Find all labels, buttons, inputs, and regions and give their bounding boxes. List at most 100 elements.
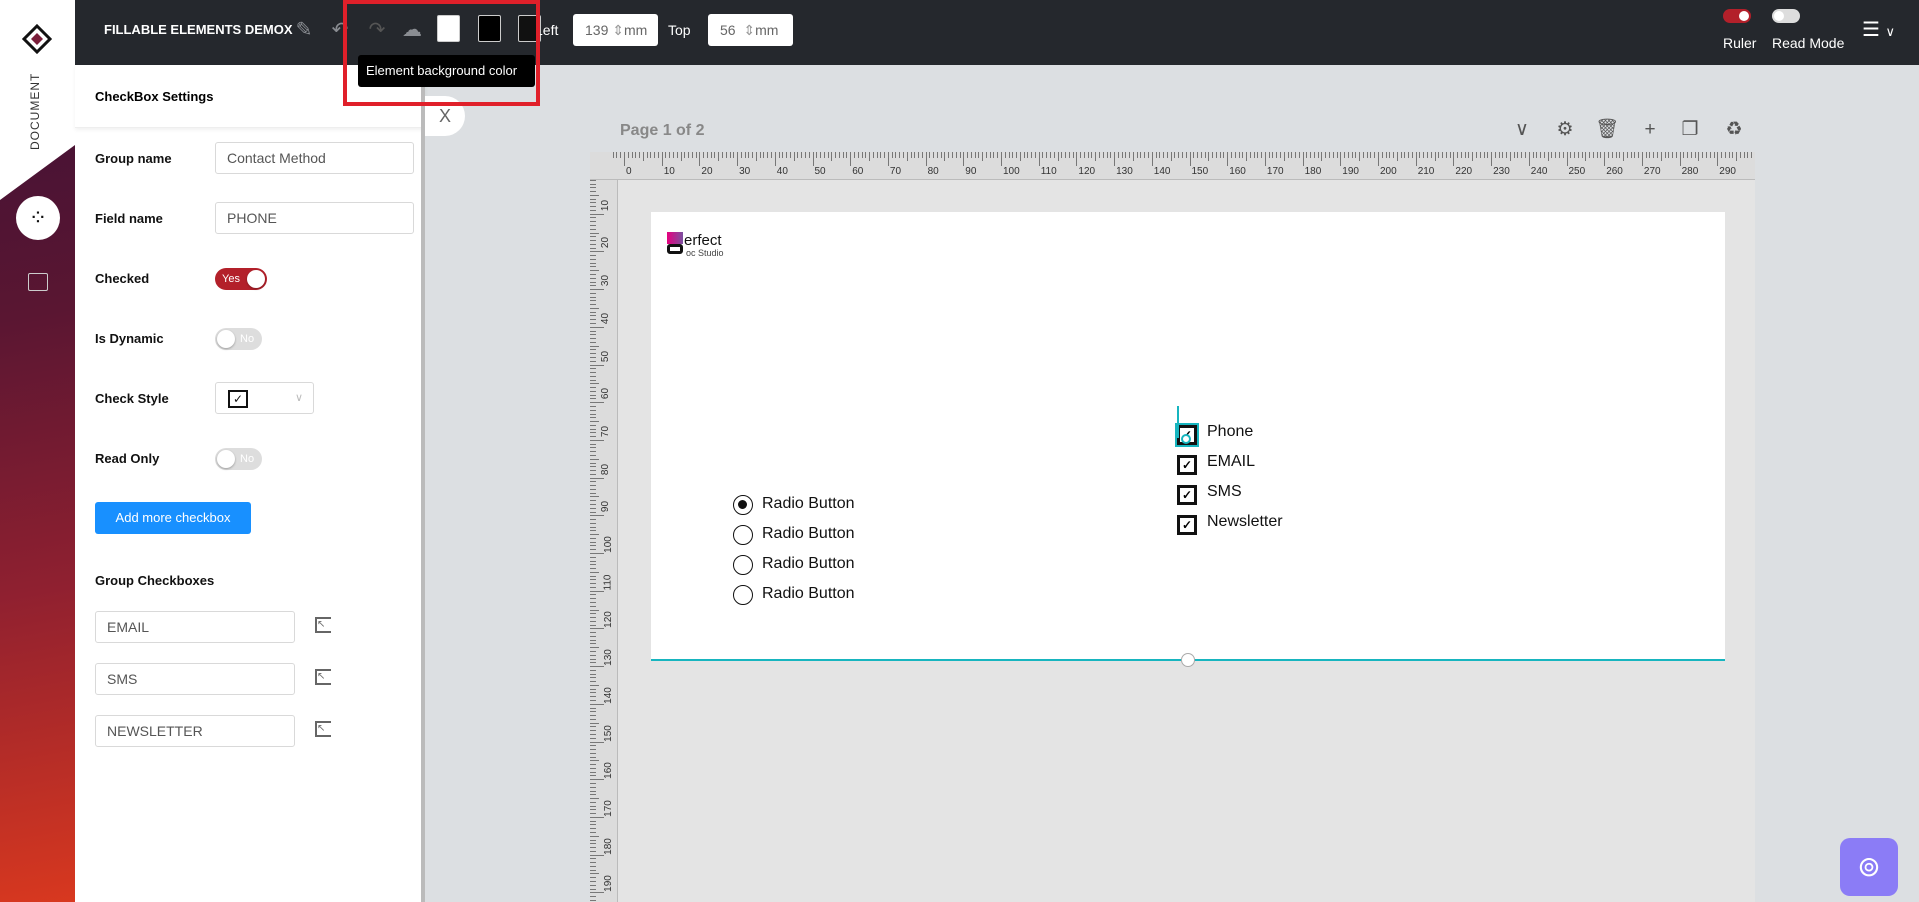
checked-switch-text: Yes (222, 273, 240, 285)
left-unit: mm (623, 22, 648, 38)
chevron-down-icon: ∨ (294, 392, 303, 404)
radio-button[interactable] (733, 555, 753, 575)
read-only-switch-text: No (240, 453, 255, 465)
group-checkbox-input[interactable]: NEWSLETTER (95, 715, 295, 747)
brand-logo-icon (667, 232, 683, 244)
ruler-tick-label: 100 (1003, 166, 1020, 177)
ruler-tick-label: 20 (701, 166, 713, 177)
ruler-tick-label: 150 (1191, 166, 1209, 177)
checkbox[interactable]: ✓ (1177, 485, 1197, 505)
checkbox-label: Phone (1207, 423, 1254, 440)
radio-button[interactable] (733, 495, 753, 515)
ruler-tick-label: 60 (852, 166, 864, 177)
ruler-tick-label: 40 (776, 166, 788, 177)
ruler-tick-label: 60 (600, 388, 612, 400)
ruler-tick-label: 130 (1116, 166, 1133, 177)
connector-handle[interactable] (1181, 434, 1191, 444)
check-style-label: Check Style (95, 391, 169, 406)
copy-page-icon[interactable]: ❐ (1678, 118, 1702, 142)
ruler-tick-label: 190 (602, 875, 614, 893)
checked-switch[interactable]: Yes (215, 268, 267, 290)
highlight-box (343, 0, 540, 106)
read-only-switch[interactable]: No (215, 448, 262, 470)
add-page-icon[interactable]: + (1638, 118, 1662, 142)
panel-scrollbar[interactable] (421, 65, 425, 902)
document-title: FILLABLE ELEMENTS DEMOX (104, 22, 293, 37)
is-dynamic-switch[interactable]: No (215, 328, 262, 350)
ruler-tick-label: 180 (602, 837, 614, 855)
top-position-input[interactable]: 56 ⇕mm (708, 14, 793, 46)
group-checkbox-input[interactable]: SMS (95, 663, 295, 695)
ruler-tick-label: 80 (600, 463, 612, 475)
select-element-icon[interactable]: ↖ (315, 617, 331, 633)
ruler-tick-label: 90 (965, 166, 977, 177)
ruler-tick-label: 140 (1153, 166, 1171, 177)
ruler-tick-label: 230 (1493, 166, 1510, 177)
top-ruler: 0 10 20 30 40 50 60 70 80 90 100 110 120 130 140 150 160… (590, 152, 1755, 180)
recycle-icon[interactable]: ♻ (1722, 118, 1746, 142)
ruler-tick-label: 10 (600, 199, 612, 211)
ruler-tick-label: 190 (1342, 166, 1359, 177)
sidebar-item-image[interactable] (28, 273, 48, 291)
ruler-tick-label: 290 (1719, 166, 1736, 177)
read-only-label: Read Only (95, 451, 160, 466)
ruler-tick-label: 20 (600, 237, 612, 249)
elements-icon: ⁘ (28, 205, 48, 230)
left-value: 139 (585, 22, 609, 38)
ruler-tick-label: 90 (600, 501, 612, 513)
collapse-page-icon[interactable]: ∨ (1510, 118, 1534, 142)
checkbox-settings-panel: CheckBox Settings Group name Contact Met… (75, 65, 425, 902)
is-dynamic-label: Is Dynamic (95, 331, 164, 346)
is-dynamic-switch-text: No (240, 333, 255, 345)
read-mode-toggle[interactable] (1772, 9, 1800, 23)
field-name-label: Field name (95, 211, 163, 226)
group-name-label: Group name (95, 151, 172, 166)
select-element-icon[interactable]: ↖ (315, 721, 331, 737)
ruler-label: Ruler (1723, 35, 1757, 51)
sidebar: DOCUMENT ⁘ (0, 0, 75, 902)
ruler-tick-label: 50 (600, 350, 612, 362)
ruler-tick-label: 120 (1078, 166, 1096, 177)
resize-handle[interactable] (1181, 653, 1195, 667)
sidebar-item-elements[interactable]: ⁘ (16, 196, 60, 240)
group-checkbox-input[interactable]: EMAIL (95, 611, 295, 643)
ruler-tick-label: 110 (1040, 166, 1057, 177)
radio-label: Radio Button (762, 525, 855, 542)
checkbox[interactable]: ✓ (1177, 455, 1197, 475)
checkbox[interactable]: ✓ (1177, 515, 1197, 535)
ruler-tick-label: 210 (1417, 166, 1435, 177)
ruler-tick-label: 10 (663, 166, 675, 177)
ruler-toggle[interactable] (1723, 9, 1751, 23)
left-ruler: 10 20 30 40 50 60 70 80 90 100 110 120 130 140 150 160 1… (590, 180, 618, 902)
ruler-tick-label: 70 (889, 166, 902, 177)
ruler-tick-label: 280 (1681, 166, 1699, 177)
document-page[interactable]: erfect oc Studio Radio Button Radio Butto… (651, 212, 1725, 660)
read-mode-label: Read Mode (1772, 35, 1845, 51)
top-label: Top (668, 22, 691, 38)
delete-page-icon[interactable]: 🗑 (1595, 118, 1619, 142)
field-name-input[interactable]: PHONE (215, 202, 414, 234)
add-more-checkbox-button[interactable]: Add more checkbox (95, 502, 251, 534)
radio-label: Radio Button (762, 555, 855, 572)
select-element-icon[interactable]: ↖ (315, 669, 331, 685)
page-settings-icon[interactable]: ⚙ (1553, 118, 1577, 142)
ruler-tick-label: 30 (739, 166, 751, 177)
group-checkboxes-title: Group Checkboxes (95, 573, 215, 588)
group-name-input[interactable]: Contact Method (215, 142, 414, 174)
help-button[interactable]: ⊚ (1840, 838, 1898, 896)
edit-title-icon[interactable]: ✎ (292, 18, 316, 42)
radio-button[interactable] (733, 525, 753, 545)
ruler-tick-label: 200 (1380, 166, 1397, 177)
radio-button[interactable] (733, 585, 753, 605)
ruler-tick-label: 140 (602, 686, 614, 704)
radio-label: Radio Button (762, 495, 855, 512)
radio-label: Radio Button (762, 585, 855, 602)
ruler-tick-label: 30 (600, 275, 612, 287)
left-position-input[interactable]: 139 ⇕mm (573, 14, 658, 46)
ruler-tick-label: 180 (1304, 166, 1322, 177)
check-style-select[interactable]: ✓ ∨ (215, 382, 314, 414)
top-unit: mm (755, 22, 779, 38)
settings-sliders-icon[interactable]: ☰ ∨ (1862, 17, 1895, 42)
checkbox-label: SMS (1207, 483, 1242, 500)
ruler-tick-label: 120 (602, 611, 614, 629)
